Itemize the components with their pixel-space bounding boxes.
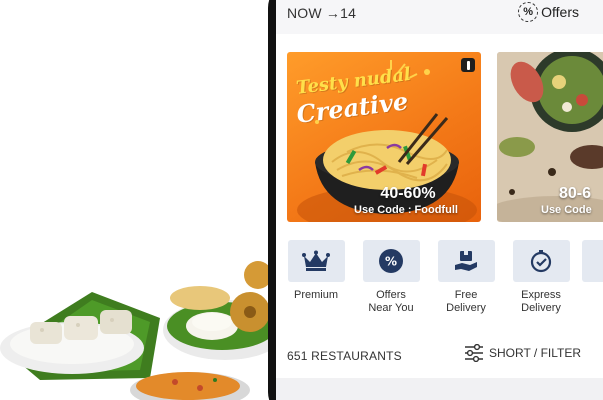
category-offers-tile: %: [362, 240, 420, 282]
category-offers-label: Offers Near You: [368, 289, 414, 314]
category-partial[interactable]: E D: [580, 240, 603, 315]
category-premium-label: Premium: [293, 289, 338, 301]
offers-label: Offers: [541, 4, 579, 20]
stopwatch-icon: [530, 250, 552, 273]
delivery-time-label[interactable]: NOW →14: [287, 5, 356, 21]
app-screen: NOW →14 % Offers Testy nudal Creative 40…: [276, 0, 603, 400]
category-express-delivery[interactable]: Express Delivery: [511, 240, 571, 315]
crown-icon: [302, 250, 330, 271]
offers-button[interactable]: % Offers: [518, 2, 579, 22]
percent-badge-icon: %: [518, 2, 539, 22]
category-free-delivery-tile: [437, 240, 495, 282]
category-express-label: Express Delivery: [521, 289, 561, 314]
brand-mark-icon: [461, 58, 475, 72]
banner-promo-code: Use Code : Foodfull: [354, 204, 458, 216]
category-offers-near-you[interactable]: % Offers Near You: [361, 240, 421, 315]
svg-text:%: %: [385, 255, 397, 269]
restaurant-count: 651 RESTAURANTS: [287, 349, 402, 363]
food-platter-image: [0, 261, 287, 400]
page: NOW →14 % Offers Testy nudal Creative 40…: [0, 0, 603, 400]
delivery-box-icon: [455, 251, 477, 271]
sliders-icon: [465, 344, 483, 362]
top-bar: NOW →14 % Offers: [276, 0, 603, 34]
category-premium[interactable]: Premium: [286, 240, 346, 302]
category-free-delivery-label: Free Delivery: [446, 289, 486, 314]
percent-icon: %: [379, 249, 403, 273]
category-free-delivery[interactable]: Free Delivery: [436, 240, 496, 315]
restaurant-list-start: [276, 378, 603, 400]
category-partial-tile: [581, 240, 603, 282]
offer-banner-second[interactable]: 80-6 Use Code: [497, 52, 603, 222]
banner-2-promo-code: Use Code: [541, 204, 592, 216]
sort-filter-label: SHORT / FILTER: [489, 346, 582, 360]
banner-discount: 40-60%: [380, 185, 436, 202]
sort-filter-button[interactable]: SHORT / FILTER: [464, 344, 581, 362]
offer-banner-noodles[interactable]: Testy nudal Creative 40-60% Use Code : F…: [287, 52, 481, 222]
category-premium-tile: [287, 240, 345, 282]
category-partial-label: E D: [580, 289, 603, 315]
banner-2-discount: 80-6: [559, 185, 592, 202]
category-express-tile: [512, 240, 570, 282]
main-content: Testy nudal Creative 40-60% Use Code : F…: [276, 34, 603, 400]
